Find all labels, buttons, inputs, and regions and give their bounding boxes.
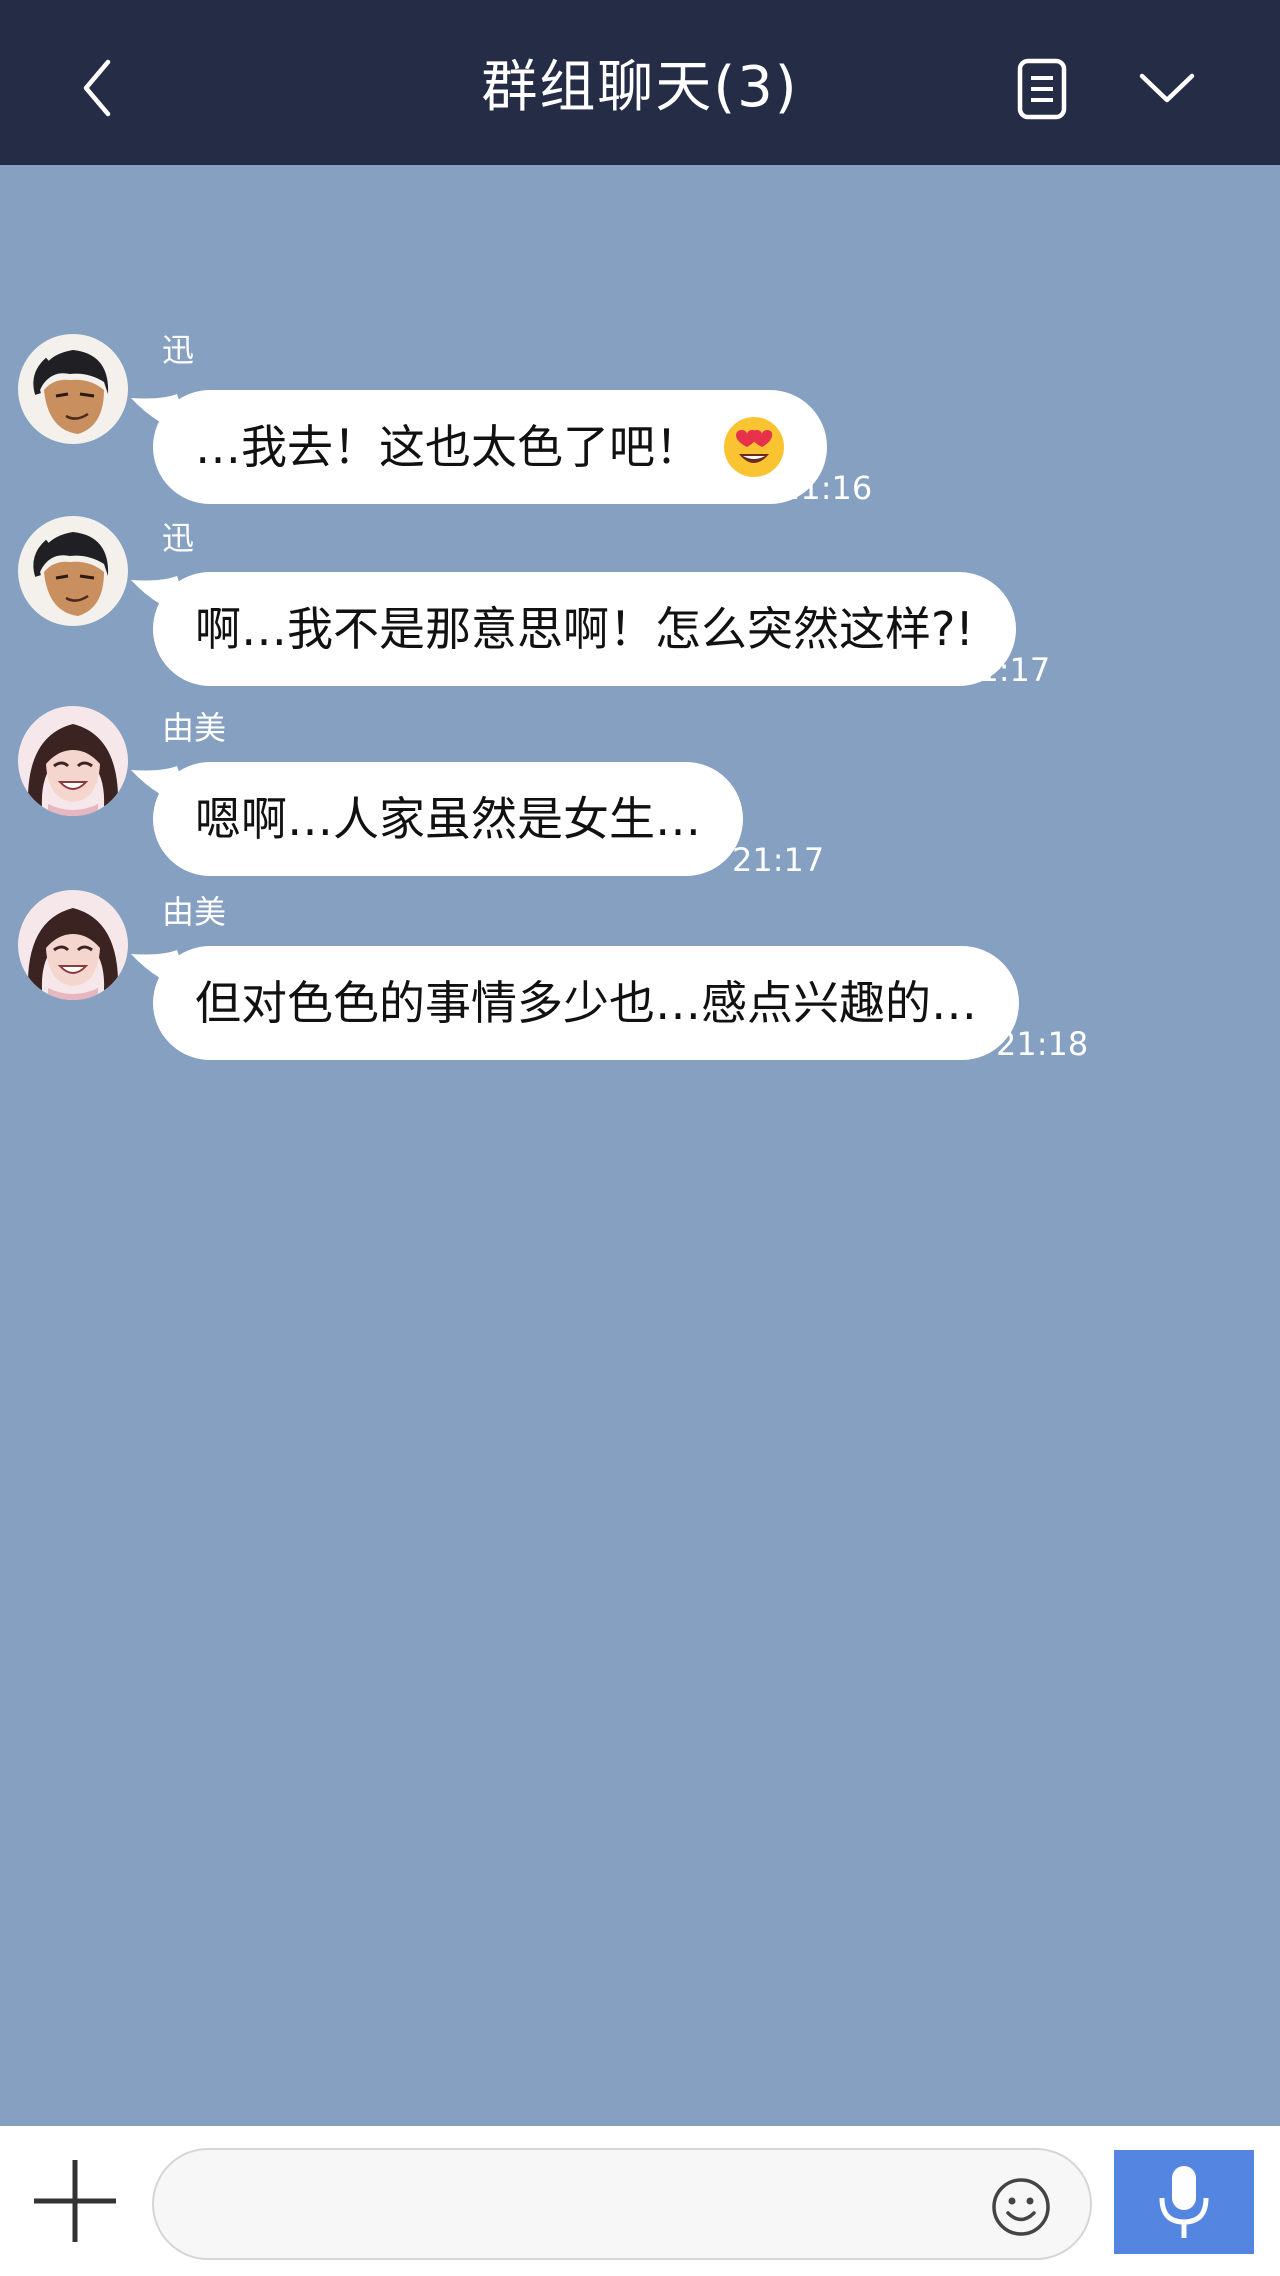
- message-text: 嗯啊…人家虽然是女生…: [195, 792, 701, 846]
- add-attachment-button[interactable]: [30, 2156, 120, 2246]
- sender-name: 由美: [162, 893, 227, 931]
- chat-title: 群组聊天(3): [481, 55, 799, 120]
- message-time: 21:17: [732, 841, 825, 879]
- bubble-tail: [131, 950, 191, 990]
- voice-input-button[interactable]: [1114, 2150, 1254, 2254]
- chevron-left-icon: [83, 59, 111, 117]
- avatar[interactable]: [18, 706, 128, 816]
- sender-name: 由美: [162, 709, 227, 747]
- smiley-icon: [992, 2178, 1050, 2236]
- message-bubble[interactable]: 但对色色的事情多少也…感点兴趣的…: [131, 946, 1019, 1060]
- chat-header: 群组聊天(3): [0, 0, 1280, 165]
- expand-menu-button[interactable]: [1134, 62, 1200, 112]
- bubble-tail: [131, 394, 191, 434]
- bubble-tail: [131, 576, 191, 616]
- plus-icon: [34, 2160, 116, 2242]
- message-bubble[interactable]: 嗯啊…人家虽然是女生…: [131, 762, 743, 876]
- message-time: 21:16: [780, 469, 873, 507]
- avatar[interactable]: [18, 516, 128, 626]
- back-button[interactable]: [70, 52, 130, 124]
- message-bubble[interactable]: …我去！这也太色了吧！: [131, 390, 827, 504]
- heart-eyes-emoji-icon: [724, 416, 784, 477]
- notes-button[interactable]: [1012, 56, 1072, 122]
- message-input[interactable]: [152, 2148, 1092, 2260]
- emoji-button[interactable]: [990, 2176, 1052, 2238]
- message-text: …我去！这也太色了吧！: [195, 420, 701, 474]
- avatar[interactable]: [18, 890, 128, 1000]
- sender-name: 迅: [162, 331, 195, 369]
- sender-name: 迅: [162, 519, 195, 557]
- avatar[interactable]: [18, 334, 128, 444]
- bubble-tail: [131, 766, 191, 806]
- message-input-bar: [0, 2126, 1280, 2276]
- message-text: 啊…我不是那意思啊！怎么突然这样?!: [195, 602, 974, 656]
- message-text: 但对色色的事情多少也…感点兴趣的…: [195, 976, 977, 1030]
- message-time: 21:17: [958, 651, 1051, 689]
- chevron-down-icon: [1139, 73, 1195, 103]
- message-bubble[interactable]: 啊…我不是那意思啊！怎么突然这样?!: [131, 572, 1016, 686]
- message-time: 21:18: [996, 1025, 1089, 1063]
- notes-icon: [1017, 58, 1067, 120]
- microphone-icon: [1159, 2166, 1209, 2238]
